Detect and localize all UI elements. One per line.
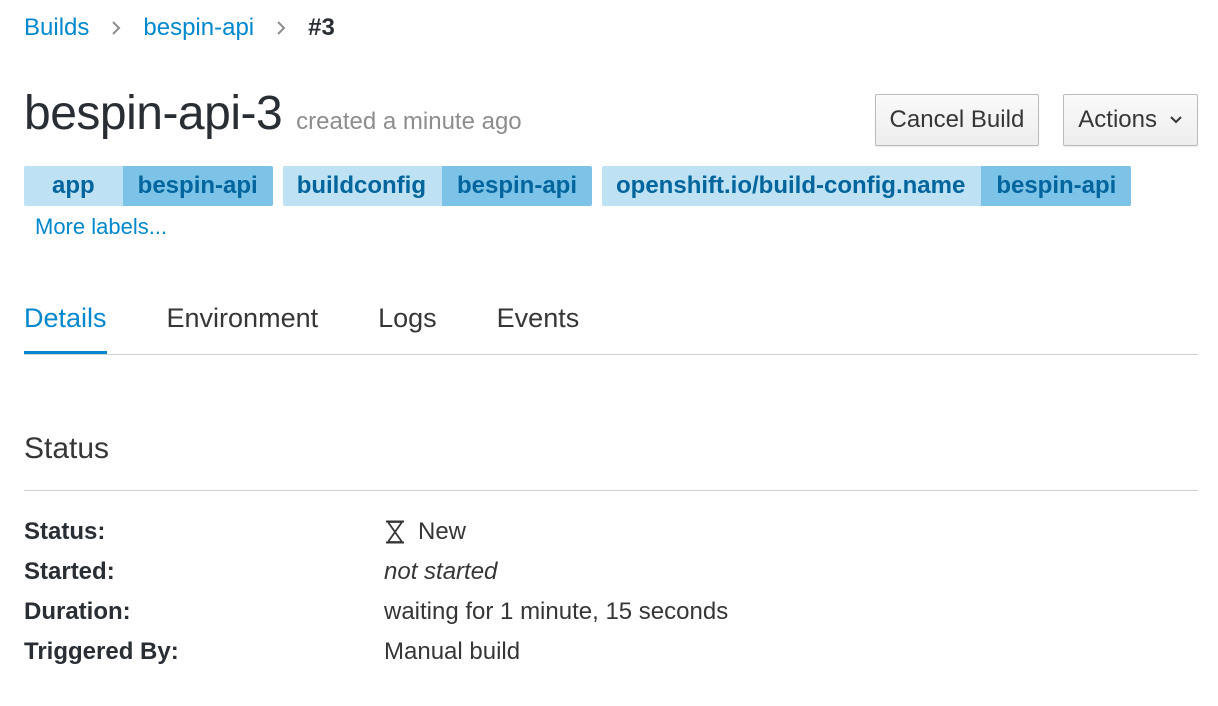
actions-label: Actions [1078, 106, 1157, 133]
status-value: New [384, 518, 466, 546]
label-build-config-name[interactable]: openshift.io/build-config.name bespin-ap… [602, 166, 1132, 206]
tab-details[interactable]: Details [24, 296, 107, 354]
label-value[interactable]: bespin-api [442, 166, 593, 206]
label-key[interactable]: app [24, 166, 123, 206]
label-value[interactable]: bespin-api [122, 166, 273, 206]
label-list: app bespin-api buildconfig bespin-api op… [24, 166, 1132, 206]
detail-row-triggered-by: Triggered By: Manual build [24, 632, 728, 672]
hourglass-icon [384, 520, 406, 544]
label-key[interactable]: openshift.io/build-config.name [602, 166, 982, 206]
more-labels-link[interactable]: More labels... [35, 214, 167, 240]
page-title: bespin-api-3 [24, 87, 283, 140]
label-app[interactable]: app bespin-api [24, 166, 273, 206]
label-value[interactable]: bespin-api [981, 166, 1132, 206]
duration-value: waiting for 1 minute, 15 seconds [384, 598, 729, 625]
triggered-by-value: Manual build [384, 638, 521, 665]
detail-term: Status: [24, 518, 106, 545]
breadcrumb-current: #3 [308, 14, 335, 41]
tab-logs[interactable]: Logs [378, 296, 437, 354]
label-key[interactable]: buildconfig [282, 166, 442, 206]
detail-row-started: Started: not started [24, 552, 728, 592]
cancel-build-button[interactable]: Cancel Build [874, 94, 1040, 146]
label-buildconfig[interactable]: buildconfig bespin-api [282, 166, 593, 206]
chevron-right-icon [111, 20, 121, 36]
chevron-right-icon [276, 20, 286, 36]
page-header: bespin-api-3 created a minute ago [24, 86, 522, 150]
started-value: not started [384, 558, 498, 585]
tab-bar: Details Environment Logs Events [24, 296, 1198, 355]
detail-term: Started: [24, 558, 115, 585]
status-section-title: Status [24, 432, 110, 465]
breadcrumb: Builds bespin-api #3 [24, 12, 335, 44]
chevron-down-icon [1169, 115, 1183, 125]
detail-row-status: Status: New [24, 512, 728, 552]
status-text: New [418, 518, 467, 545]
breadcrumb-buildconfig-link[interactable]: bespin-api [143, 14, 254, 42]
tab-events[interactable]: Events [497, 296, 580, 354]
detail-term: Triggered By: [24, 638, 179, 665]
detail-term: Duration: [24, 598, 131, 625]
section-divider [24, 490, 1198, 491]
page-subtitle: created a minute ago [296, 108, 522, 135]
status-details: Status: New Started: not started Duratio… [24, 512, 728, 672]
build-details-page: Builds bespin-api #3 bespin-api-3 create… [0, 0, 1218, 706]
breadcrumb-builds-link[interactable]: Builds [24, 14, 89, 42]
detail-row-duration: Duration: waiting for 1 minute, 15 secon… [24, 592, 728, 632]
actions-dropdown-button[interactable]: Actions [1063, 94, 1198, 146]
header-actions: Cancel Build Actions [874, 94, 1198, 146]
tab-environment[interactable]: Environment [167, 296, 319, 354]
